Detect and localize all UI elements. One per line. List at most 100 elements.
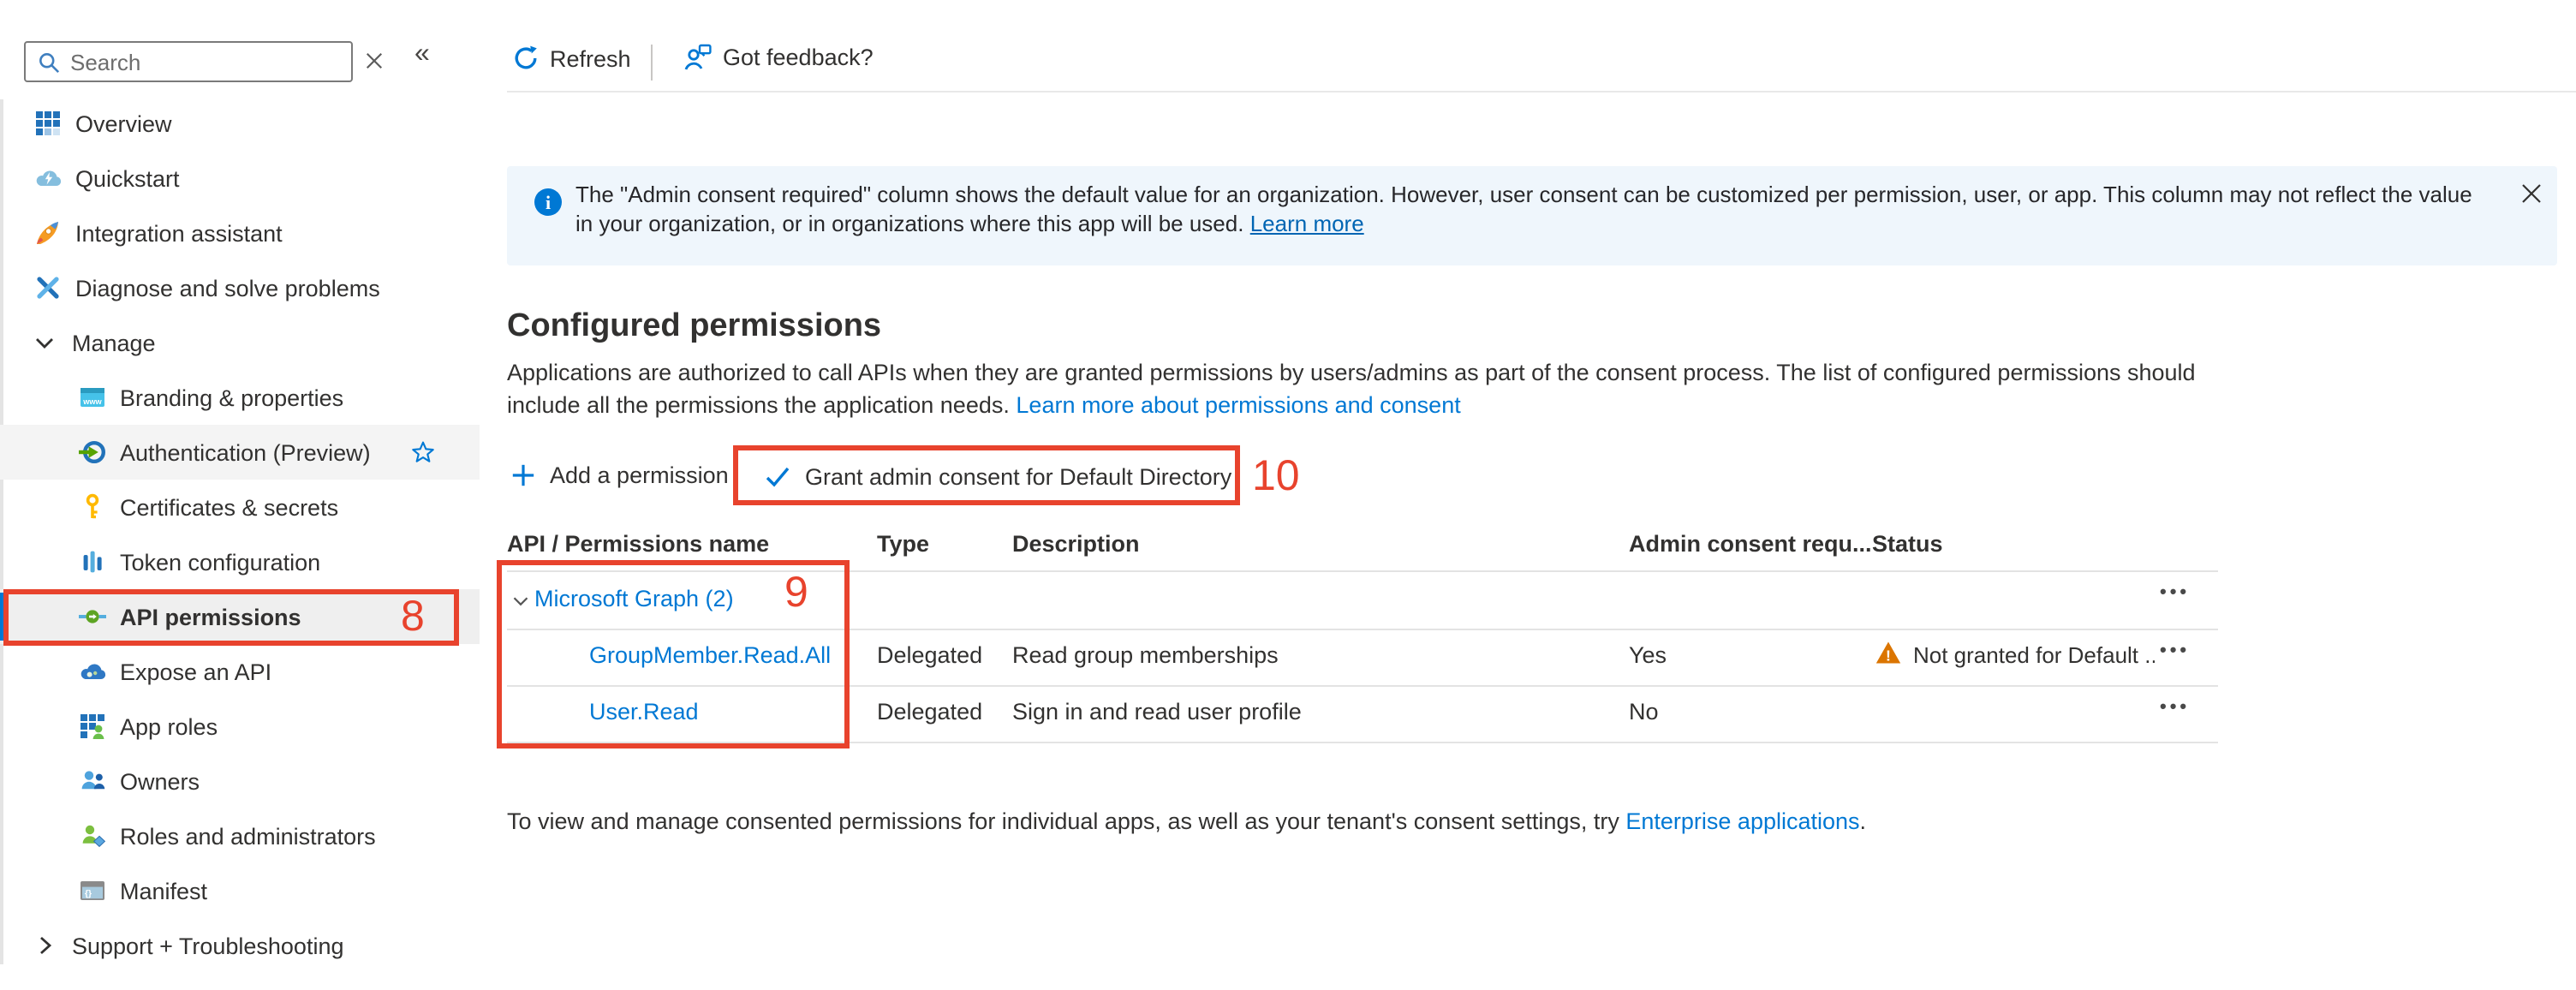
row-menu-icon[interactable]: ••• — [2160, 582, 2190, 603]
sidebar-nav: Overview Quickstart Integration assistan… — [0, 96, 480, 973]
info-icon: i — [534, 188, 562, 216]
info-banner: i The "Admin consent required" column sh… — [507, 166, 2557, 265]
annotation-box-step-8 — [3, 589, 459, 646]
sidebar-item-label: Certificates & secrets — [120, 494, 338, 520]
got-feedback-label: Got feedback? — [723, 45, 874, 70]
sidebar-item-label: App roles — [120, 713, 218, 739]
add-permission-button[interactable]: Add a permission — [510, 462, 729, 488]
permission-description: Sign in and read user profile — [1012, 699, 1302, 725]
footer-note: To view and manage consented permissions… — [507, 808, 1866, 834]
status-text: Not granted for Default ... — [1913, 642, 2155, 668]
cloud-gears-icon — [79, 658, 106, 685]
search-box[interactable] — [24, 41, 353, 82]
clear-search-icon[interactable] — [365, 50, 384, 75]
refresh-label: Refresh — [550, 45, 631, 71]
info-banner-message: The "Admin consent required" column show… — [575, 182, 2472, 236]
collapse-sidebar-icon[interactable]: « — [414, 39, 430, 70]
col-header-type: Type — [877, 531, 929, 557]
sidebar-item-label: Expose an API — [120, 659, 271, 684]
sidebar-item-label: Owners — [120, 768, 200, 794]
svg-text:{}: {} — [85, 890, 92, 899]
sidebar-item-integration-assistant[interactable]: Integration assistant — [0, 206, 480, 260]
permission-description: Read group memberships — [1012, 642, 1279, 668]
permissions-consent-learn-link[interactable]: Learn more about permissions and consent — [1016, 391, 1460, 417]
permission-type: Delegated — [877, 699, 982, 725]
annotation-number-10: 10 — [1252, 456, 1300, 498]
favorite-star-icon[interactable] — [411, 440, 435, 469]
sidebar-group-label: Support + Troubleshooting — [72, 933, 344, 958]
rocket-icon — [34, 219, 62, 247]
got-feedback-button[interactable]: Got feedback? — [683, 43, 874, 72]
crossed-tools-icon — [34, 274, 62, 301]
svg-text:i: i — [546, 192, 551, 213]
sidebar-search-row: « — [0, 41, 480, 86]
sidebar-group-manage[interactable]: Manage — [0, 315, 480, 370]
add-permission-label: Add a permission — [550, 462, 729, 488]
token-bars-icon — [79, 548, 106, 576]
admin-consent-value: No — [1629, 699, 1659, 725]
sidebar-item-label: Diagnose and solve problems — [75, 275, 380, 301]
sidebar: « Overview Quickstart — [0, 0, 480, 990]
grid-person-icon — [79, 713, 106, 740]
overview-grid-icon — [34, 110, 62, 137]
sidebar-item-label: Integration assistant — [75, 220, 283, 246]
sidebar-item-label: Quickstart — [75, 165, 180, 191]
sidebar-item-authentication[interactable]: Authentication (Preview) — [0, 425, 480, 480]
two-people-icon — [79, 767, 106, 795]
quickstart-cloud-icon — [34, 164, 62, 192]
toolbar-divider — [651, 45, 653, 81]
sidebar-item-branding-properties[interactable]: www Branding & properties — [0, 370, 480, 425]
sidebar-item-label: Branding & properties — [120, 385, 343, 410]
sidebar-item-owners[interactable]: Owners — [0, 754, 480, 808]
code-window-icon: {} — [79, 877, 106, 904]
banner-learn-more-link[interactable]: Learn more — [1250, 210, 1364, 236]
footer-text: To view and manage consented permissions… — [507, 808, 1625, 834]
chevron-down-icon — [31, 329, 58, 356]
annotation-box-step-10 — [733, 445, 1240, 505]
browser-www-icon: www — [79, 384, 106, 411]
sidebar-item-token-configuration[interactable]: Token configuration — [0, 534, 480, 589]
sidebar-item-label: Manifest — [120, 878, 207, 904]
enterprise-applications-link[interactable]: Enterprise applications — [1625, 808, 1859, 834]
permission-type: Delegated — [877, 642, 982, 668]
sidebar-item-expose-an-api[interactable]: Expose an API — [0, 644, 480, 699]
sidebar-item-label: Overview — [75, 110, 172, 136]
feedback-icon — [683, 43, 713, 72]
key-icon — [79, 493, 106, 521]
sidebar-group-label: Manage — [72, 330, 156, 355]
sidebar-item-roles-administrators[interactable]: Roles and administrators — [0, 808, 480, 863]
banner-close-icon[interactable] — [2521, 183, 2542, 209]
sidebar-item-manifest[interactable]: {} Manifest — [0, 863, 480, 918]
sidebar-item-quickstart[interactable]: Quickstart — [0, 151, 480, 206]
sidebar-item-label: Roles and administrators — [120, 823, 376, 849]
col-header-status: Status — [1872, 531, 1943, 557]
svg-text:www: www — [82, 397, 102, 406]
chevron-right-icon — [31, 932, 58, 959]
sidebar-item-diagnose[interactable]: Diagnose and solve problems — [0, 260, 480, 315]
warning-icon: ! — [1875, 641, 1901, 665]
info-banner-text: The "Admin consent required" column show… — [575, 182, 2494, 238]
annotation-number-9: 9 — [784, 572, 808, 615]
person-diamond-icon — [79, 822, 106, 850]
col-header-admin-consent-required: Admin consent requ... — [1629, 531, 1872, 557]
refresh-icon — [512, 45, 540, 72]
row-menu-icon[interactable]: ••• — [2160, 696, 2190, 717]
annotation-number-8: 8 — [401, 596, 425, 639]
sidebar-item-overview[interactable]: Overview — [0, 96, 480, 151]
admin-consent-value: Yes — [1629, 642, 1667, 668]
sidebar-item-label: Token configuration — [120, 549, 320, 575]
refresh-button[interactable]: Refresh — [512, 45, 631, 72]
col-header-description: Description — [1012, 531, 1140, 557]
row-menu-icon[interactable]: ••• — [2160, 640, 2190, 660]
section-description: Applications are authorized to call APIs… — [507, 358, 2203, 421]
search-icon — [38, 51, 60, 73]
col-header-api-permissions-name: API / Permissions name — [507, 531, 769, 557]
sidebar-item-app-roles[interactable]: App roles — [0, 699, 480, 754]
plus-icon — [510, 462, 536, 488]
svg-text:!: ! — [1886, 647, 1891, 664]
sidebar-group-support-troubleshooting[interactable]: Support + Troubleshooting — [0, 918, 480, 973]
sidebar-item-label: Authentication (Preview) — [120, 439, 371, 465]
sidebar-item-certificates-secrets[interactable]: Certificates & secrets — [0, 480, 480, 534]
search-input[interactable] — [67, 47, 351, 76]
page-section-title: Configured permissions — [507, 308, 881, 346]
